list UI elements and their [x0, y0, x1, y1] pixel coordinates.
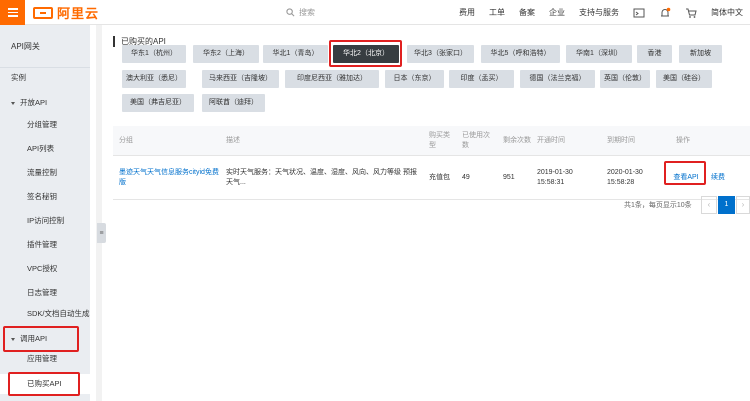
search-icon: [286, 8, 295, 17]
sidebar-item-label: 调用API: [20, 334, 48, 343]
nav-tickets[interactable]: 工单: [482, 7, 512, 18]
sidebar-item-instances[interactable]: 实例: [0, 68, 90, 88]
page-1-button[interactable]: 1: [718, 196, 735, 214]
region-button[interactable]: 澳大利亚（悉尼）: [122, 70, 186, 88]
th-purchase-type: 购买类型: [429, 132, 450, 149]
sidebar-item-label: 插件管理: [27, 240, 57, 249]
sidebar-item-label: API列表: [27, 144, 55, 153]
sidebar-item-label: 分组管理: [27, 120, 57, 129]
sidebar-item-label: 实例: [11, 73, 26, 82]
sidebar-item-label: VPC授权: [27, 264, 58, 273]
cell-group: 墨迹天气天气信息服务cityid免费版: [119, 156, 221, 200]
group-link[interactable]: 墨迹天气天气信息服务cityid免费版: [119, 168, 221, 188]
sidebar-item-logs[interactable]: 日志管理: [0, 283, 90, 303]
sidebar-item-signature-keys[interactable]: 签名秘钥: [0, 187, 90, 207]
cell-used: 49: [462, 174, 470, 181]
sidebar-item-label: IP访问控制: [27, 216, 65, 225]
caret-down-icon: [11, 337, 15, 341]
sidebar-item-label: SDK/文档自动生成: [27, 309, 90, 318]
sidebar-item-label: 签名秘钥: [27, 192, 57, 201]
th-opened: 开通时间: [537, 137, 565, 144]
nav-enterprise[interactable]: 企业: [542, 7, 572, 18]
nav-support[interactable]: 支持与服务: [572, 7, 626, 18]
region-button[interactable]: 德国（法兰克福）: [520, 70, 595, 88]
brand-name: 阿里云: [57, 6, 100, 21]
region-button[interactable]: 华东1（杭州）: [122, 45, 186, 63]
region-button[interactable]: 华北1（青岛）: [263, 45, 328, 63]
region-button[interactable]: 华南1（深圳）: [566, 45, 632, 63]
scrollbar[interactable]: [96, 25, 102, 401]
language-switch[interactable]: 简体中文: [704, 7, 750, 18]
sidebar-item-vpc[interactable]: VPC授权: [0, 259, 90, 279]
cell-action-renew: 续费: [711, 156, 731, 200]
top-nav: 费用 工单 备案 企业 支持与服务 简体中文: [452, 0, 750, 25]
cell-expires: 2020-01-30 15:58:28: [607, 169, 643, 186]
sidebar-item-traffic-control[interactable]: 流量控制: [0, 163, 90, 183]
aliyun-logo[interactable]: 阿里云: [33, 4, 99, 21]
th-actions: 操作: [676, 137, 690, 144]
search-placeholder: 搜索: [299, 8, 315, 17]
sidebar-title: API网关: [0, 25, 90, 68]
renew-link[interactable]: 续费: [711, 173, 725, 183]
view-api-link[interactable]: 查看API: [673, 173, 698, 183]
region-button[interactable]: 日本（东京）: [385, 70, 444, 88]
menu-icon[interactable]: [0, 0, 25, 25]
sidebar-group-call-api[interactable]: 调用API: [0, 329, 90, 349]
th-used: 已使用次数: [462, 132, 490, 149]
sidebar-item-plugins[interactable]: 插件管理: [0, 235, 90, 255]
region-button[interactable]: 华北5（呼和浩特）: [481, 45, 560, 63]
th-remaining: 剩余次数: [503, 137, 531, 144]
sidebar-item-sdk-docs[interactable]: SDK/文档自动生成: [0, 304, 90, 324]
sidebar-item-ip-access[interactable]: IP访问控制: [0, 211, 90, 231]
region-button[interactable]: 香港: [637, 45, 672, 63]
region-button[interactable]: 马来西亚（吉隆坡）: [202, 70, 279, 88]
region-button[interactable]: 华北2（北京）: [333, 45, 399, 63]
region-button[interactable]: 英国（伦敦）: [600, 70, 650, 88]
bell-icon[interactable]: [659, 7, 671, 19]
nav-fees[interactable]: 费用: [452, 7, 482, 18]
cell-action-view: 查看API: [668, 156, 704, 200]
sidebar-item-label: 日志管理: [27, 288, 57, 297]
table-header: 分组 描述 购买类型 已使用次数 剩余次数 开通时间 到期时间 操作: [113, 126, 750, 156]
sidebar-item-label: 流量控制: [27, 168, 57, 177]
region-button[interactable]: 美国（弗吉尼亚）: [122, 94, 194, 112]
top-bar: 阿里云 搜索 费用 工单 备案 企业 支持与服务 简体中文: [0, 0, 750, 25]
sidebar-item-apps[interactable]: 应用管理: [0, 349, 90, 369]
region-button[interactable]: 新加坡: [679, 45, 722, 63]
sidebar-item-label: 应用管理: [27, 354, 57, 363]
sidebar-item-api-list[interactable]: API列表: [0, 139, 90, 159]
sidebar-item-purchased-api[interactable]: 已购买API: [0, 374, 90, 394]
terminal-icon[interactable]: [633, 7, 645, 19]
th-group: 分组: [119, 137, 133, 144]
cart-icon[interactable]: [685, 7, 697, 19]
th-expires: 到期时间: [607, 137, 635, 144]
logo-mark-icon: [33, 6, 53, 19]
sidebar-item-label: 开放API: [20, 98, 48, 107]
nav-icp[interactable]: 备案: [512, 7, 542, 18]
prev-page-button[interactable]: ‹: [701, 196, 717, 214]
sidebar-item-label: 已购买API: [27, 379, 62, 388]
cell-opened: 2019-01-30 15:58:31: [537, 169, 573, 186]
region-button[interactable]: 美国（硅谷）: [656, 70, 712, 88]
region-button[interactable]: 华北3（张家口）: [407, 45, 474, 63]
cell-purchase-type: 充值包: [429, 174, 450, 181]
cell-remaining: 951: [503, 174, 515, 181]
region-button[interactable]: 阿联酋（迪拜）: [202, 94, 265, 112]
sidebar-group-open-api[interactable]: 开放API: [0, 93, 90, 113]
region-button[interactable]: 印度（孟买）: [449, 70, 514, 88]
next-page-button[interactable]: ›: [736, 196, 750, 214]
th-description: 描述: [226, 137, 240, 144]
pagination-info: 共1条，每页显示10条: [624, 202, 692, 209]
region-button[interactable]: 印度尼西亚（雅加达）: [285, 70, 379, 88]
search-input[interactable]: 搜索: [286, 6, 466, 19]
collapse-sidebar-icon[interactable]: ≡: [97, 223, 106, 243]
cell-description: 实时天气服务：天气状况、温度、湿度、风向、风力等级 预报天气...: [226, 169, 417, 186]
region-button[interactable]: 华东2（上海）: [193, 45, 259, 63]
caret-down-icon: [11, 101, 15, 105]
table-row: 墨迹天气天气信息服务cityid免费版 实时天气服务：天气状况、温度、湿度、风向…: [113, 156, 750, 200]
sidebar-item-groups[interactable]: 分组管理: [0, 115, 90, 135]
